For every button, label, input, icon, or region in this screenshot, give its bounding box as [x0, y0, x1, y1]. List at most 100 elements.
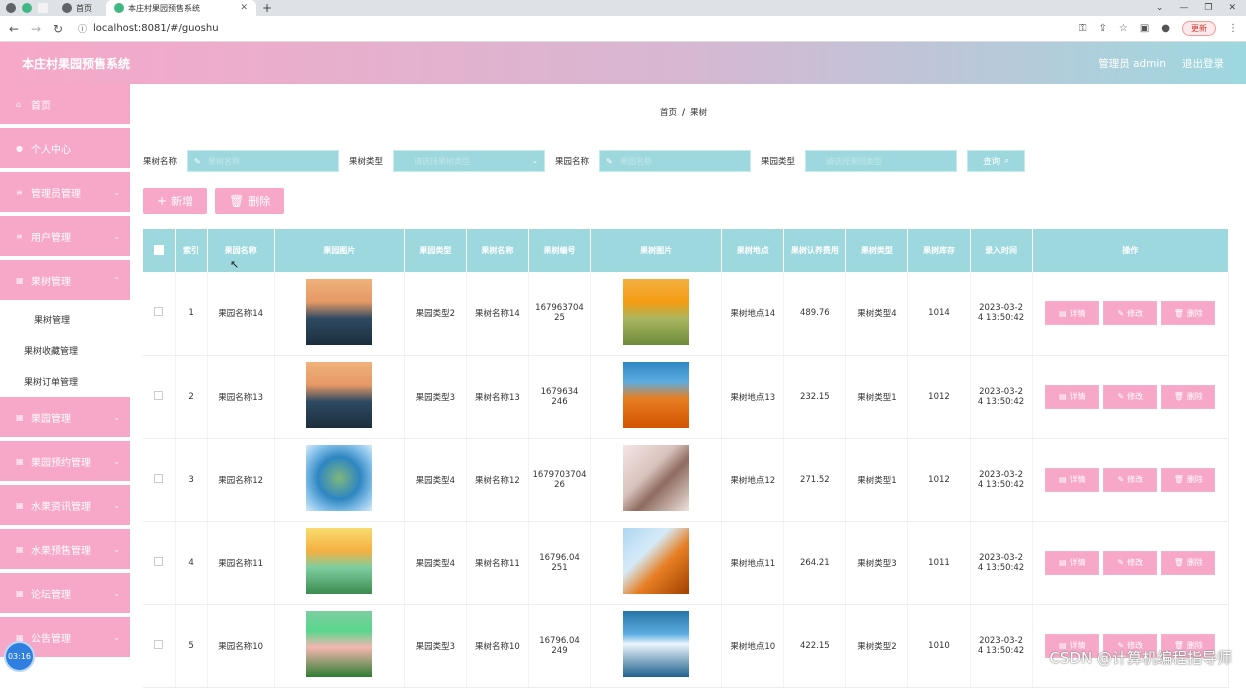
- watermark: CSDN @计算机编程指导师: [1049, 649, 1232, 667]
- table-row[interactable]: 4 果园名称11 果园类型4 果树名称11 16796.04 251 果树地点11 264.2…: [143, 521, 1230, 605]
- delete-button[interactable]: 🗑 删除: [1161, 384, 1216, 409]
- detail-button[interactable]: ▤ 详情: [1045, 467, 1100, 492]
- sidebar-subitem-tree-orders[interactable]: 果树订单管理: [0, 366, 130, 397]
- sidebar-item-profile[interactable]: ● 个人中心: [0, 128, 130, 170]
- detail-button[interactable]: ▤ 详情: [1045, 550, 1100, 575]
- edit-button[interactable]: ✎ 修改: [1103, 384, 1158, 409]
- batch-delete-button[interactable]: 🗑 删除: [215, 188, 285, 214]
- forward-icon[interactable]: →: [30, 22, 42, 36]
- row-checkbox[interactable]: [143, 604, 176, 688]
- sidebar-item-fruit-news[interactable]: ▦ 水果资讯管理 ⌄: [0, 485, 130, 527]
- tree-code-line: 1679634: [540, 386, 579, 397]
- cell-orchard-image: [274, 604, 405, 688]
- cell-fee: 264.21: [783, 521, 847, 605]
- breadcrumb: 首页 / 果树: [660, 108, 708, 118]
- blank-tab-icon[interactable]: [38, 3, 48, 13]
- delete-button[interactable]: 🗑 删除: [1161, 467, 1216, 492]
- sidebar-item-users[interactable]: ≡ 用户管理 ⌄: [0, 216, 130, 258]
- update-button[interactable]: 更新: [1182, 21, 1216, 36]
- row-checkbox[interactable]: [143, 521, 176, 605]
- breadcrumb-home[interactable]: 首页: [660, 108, 677, 118]
- sidebar-item-forum[interactable]: ▦ 论坛管理 ⌄: [0, 573, 130, 615]
- orchard-name-input[interactable]: ✎ 果园名称: [599, 150, 752, 172]
- delete-label: 删除: [248, 195, 271, 208]
- sidebar-subitem-tree-manage[interactable]: 果树管理: [0, 304, 130, 335]
- cell-tree-code: 167963704 25: [528, 272, 592, 356]
- cell-orchard-name: 果园名称12: [207, 438, 275, 522]
- minimize-icon[interactable]: —: [1179, 3, 1188, 13]
- sidebar-item-fruit-presale[interactable]: ▦ 水果预售管理 ⌄: [0, 529, 130, 571]
- tree-type-select[interactable]: 请选择果树类型 ⌄: [393, 150, 546, 172]
- reload-icon[interactable]: ↻: [52, 22, 64, 36]
- cell-time: 2023-03-2 4 13:50:42: [970, 521, 1033, 605]
- chevron-down-icon: ⌄: [113, 588, 120, 598]
- cell-fee: 422.15: [783, 604, 847, 688]
- orchard-image: [306, 611, 373, 677]
- edit-button[interactable]: ✎ 修改: [1103, 467, 1158, 492]
- cell-orchard-name: 果园名称14: [207, 272, 275, 356]
- tab-active[interactable]: 本庄村果园预售系统 ✕: [106, 0, 256, 16]
- star-icon[interactable]: ☆: [1119, 23, 1128, 34]
- tree-code-line: 251: [551, 562, 568, 573]
- key-icon[interactable]: ⚿: [1079, 23, 1087, 34]
- sidebar-toggle-icon[interactable]: ▣: [1140, 23, 1149, 34]
- sidebar-item-home[interactable]: ⌂ 首页: [0, 84, 130, 126]
- column-header: 果树地点: [721, 229, 785, 272]
- url-field[interactable]: ⓘ localhost:8081/#/guoshu: [74, 19, 1069, 39]
- logout-link[interactable]: 退出登录: [1182, 56, 1224, 71]
- sidebar-item-admin[interactable]: ≡ 管理员管理 ⌄: [0, 172, 130, 214]
- close-window-icon[interactable]: ✕: [1228, 3, 1236, 13]
- edit-label: 修改: [1127, 392, 1144, 401]
- sidebar-subitem-tree-favorites[interactable]: 果树收藏管理: [0, 335, 130, 366]
- profile-icon[interactable]: ●: [1161, 23, 1170, 34]
- orchard-type-select[interactable]: 请选择果园类型: [805, 150, 958, 172]
- select-all-checkbox[interactable]: [143, 229, 176, 272]
- add-button[interactable]: + 新增: [143, 188, 208, 214]
- new-tab-icon[interactable]: +: [262, 1, 272, 15]
- breadcrumb-current: 果树: [690, 108, 708, 118]
- table-row[interactable]: 3 果园名称12 果园类型4 果树名称12 1679703704 26 果树地点12 271.…: [143, 438, 1230, 522]
- cell-time: 2023-03-2 4 13:50:42: [970, 355, 1033, 439]
- table-row[interactable]: 2 果园名称13 果园类型3 果树名称13 1679634 246 果树地点13 232.15…: [143, 355, 1230, 439]
- cell-operations: ▤ 详情 ✎ 修改 🗑 删除: [1032, 438, 1230, 522]
- back-icon[interactable]: ←: [8, 22, 20, 36]
- tree-name-input[interactable]: ✎ 果树名称: [187, 150, 340, 172]
- delete-button[interactable]: 🗑 删除: [1161, 550, 1216, 575]
- row-checkbox[interactable]: [143, 272, 176, 356]
- column-header: 索引: [175, 229, 208, 272]
- restore-icon[interactable]: ❐: [1204, 3, 1212, 13]
- sidebar-item-orchard-booking[interactable]: ▦ 果园预约管理 ⌄: [0, 441, 130, 483]
- placeholder: 果树名称: [208, 156, 241, 166]
- grid-icon: ▦: [16, 275, 24, 285]
- table-row[interactable]: 5 果园名称10 果园类型3 果树名称10 16796.04 249 果树地点10 422.1…: [143, 604, 1230, 688]
- trash-icon: 🗑: [1173, 475, 1184, 484]
- table-row[interactable]: 1 果园名称14 果园类型2 果树名称14 167963704 25 果树地点14 489.7…: [143, 272, 1230, 356]
- edit-button[interactable]: ✎ 修改: [1103, 550, 1158, 575]
- time-line: 4 13:50:42: [977, 645, 1025, 656]
- close-icon[interactable]: ✕: [240, 3, 248, 13]
- more-icon[interactable]: ⋮: [1228, 23, 1238, 34]
- row-checkbox[interactable]: [143, 355, 176, 439]
- user-icon: ●: [16, 143, 23, 153]
- share-icon[interactable]: ⇪: [1098, 23, 1106, 34]
- browser-icon[interactable]: [6, 3, 16, 13]
- cell-tree-type: 果树类型4: [845, 272, 909, 356]
- sidebar-item-trees[interactable]: ▦ 果树管理 ⌃: [0, 260, 130, 302]
- query-button[interactable]: 查询 ⌕: [967, 150, 1026, 172]
- delete-button[interactable]: 🗑 删除: [1161, 301, 1216, 326]
- cell-orchard-image: [274, 355, 405, 439]
- chevron-down-icon: ⌄: [113, 456, 120, 466]
- chevron-down-icon[interactable]: ⌄: [1156, 3, 1164, 13]
- sidebar-item-orchards[interactable]: ▦ 果园管理 ⌄: [0, 397, 130, 439]
- mouse-cursor-icon: ↖: [230, 258, 240, 271]
- edit-button[interactable]: ✎ 修改: [1103, 301, 1158, 326]
- cell-operations: ▤ 详情 ✎ 修改 🗑 删除: [1032, 604, 1230, 688]
- tab-home[interactable]: 首页: [54, 0, 100, 16]
- grid-icon: ▦: [16, 544, 24, 554]
- tree-code-line: 25: [554, 313, 565, 324]
- sidebar-subitem-label: 果树订单管理: [24, 378, 79, 388]
- row-checkbox[interactable]: [143, 438, 176, 522]
- detail-button[interactable]: ▤ 详情: [1045, 384, 1100, 409]
- vue-icon[interactable]: [22, 3, 32, 13]
- detail-button[interactable]: ▤ 详情: [1045, 301, 1100, 326]
